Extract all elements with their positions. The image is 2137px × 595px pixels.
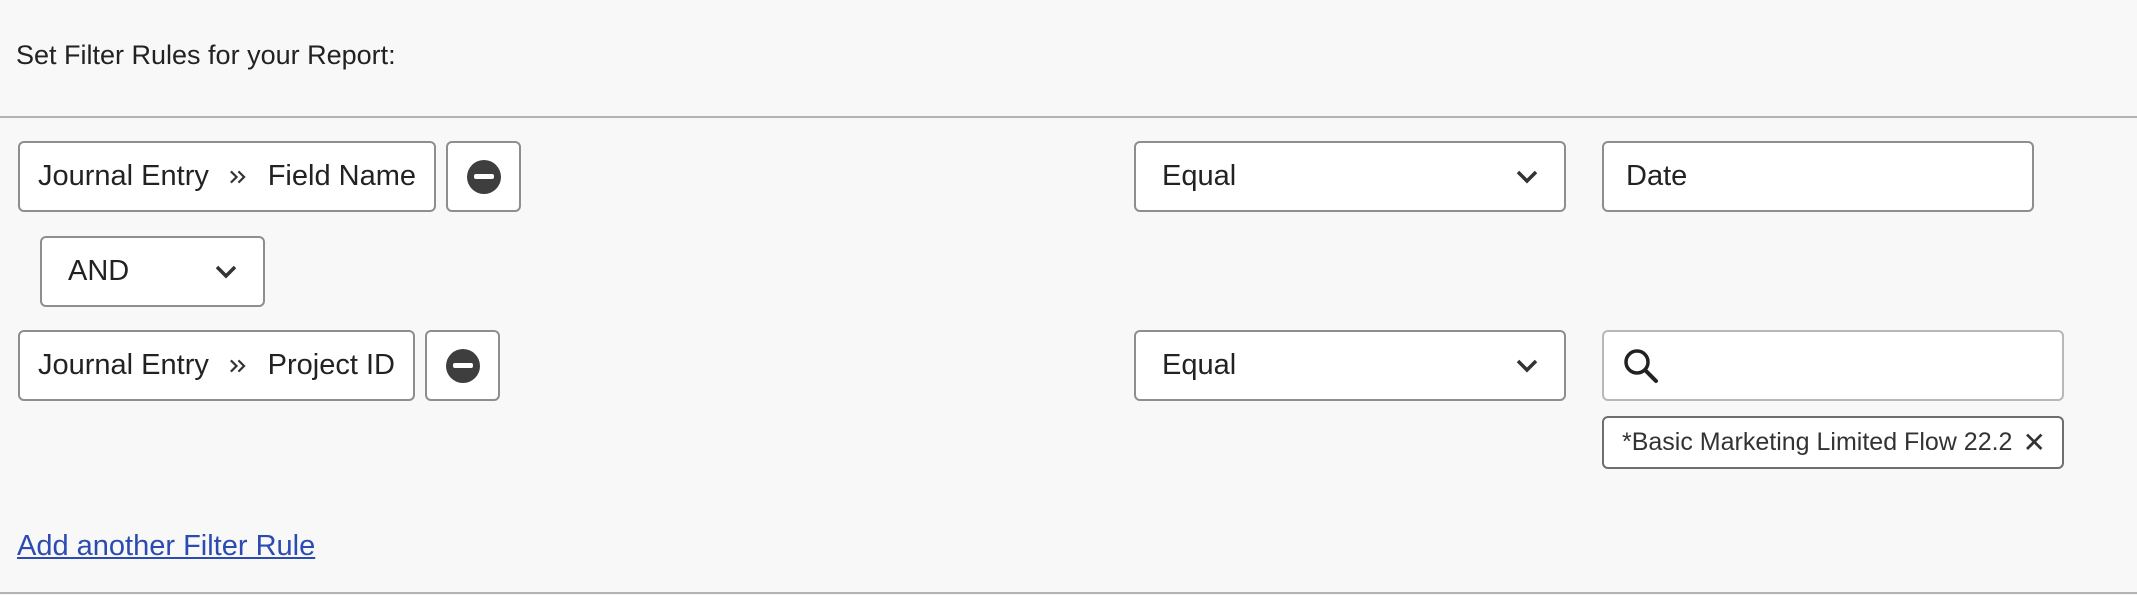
search-icon — [1624, 348, 1658, 383]
rule-1-field-label: Field Name — [267, 160, 416, 192]
rule-2-entity-label: Journal Entry — [38, 349, 209, 381]
page-title: Set Filter Rules for your Report: — [16, 40, 396, 70]
rule-1-value-field[interactable]: Date — [1602, 141, 2034, 212]
chevron-down-icon — [215, 265, 237, 278]
rule-2-search-field[interactable] — [1602, 330, 2064, 401]
connector-select[interactable]: AND — [40, 236, 265, 307]
double-chevron-right-icon — [229, 359, 246, 372]
header-divider — [0, 116, 2137, 118]
selected-tag: *Basic Marketing Limited Flow 22.2 ✕ — [1602, 416, 2064, 469]
rule-1-operator-select[interactable]: Equal — [1134, 141, 1566, 212]
minus-circle-icon — [466, 159, 501, 194]
connector-value: AND — [68, 255, 130, 287]
minus-circle-icon — [445, 348, 480, 383]
rule-1-entity-label: Journal Entry — [38, 160, 209, 192]
rule-2-operator-select[interactable]: Equal — [1134, 330, 1566, 401]
selected-tag-label: *Basic Marketing Limited Flow 22.2 — [1622, 428, 2013, 456]
rule-2-field-label: Project ID — [267, 349, 395, 381]
chevron-down-icon — [1516, 170, 1538, 183]
double-chevron-right-icon — [229, 170, 246, 183]
add-filter-rule-link[interactable]: Add another Filter Rule — [17, 530, 315, 563]
rule-2-search-input[interactable] — [1670, 349, 2044, 382]
rule-2-remove-button[interactable] — [425, 330, 500, 401]
rule-2-field-chip[interactable]: Journal Entry Project ID — [18, 330, 415, 401]
rule-1-field-chip[interactable]: Journal Entry Field Name — [18, 141, 436, 212]
rule-1-remove-button[interactable] — [446, 141, 521, 212]
footer-divider — [0, 592, 2137, 594]
rule-1-value-text: Date — [1626, 160, 1688, 192]
chevron-down-icon — [1516, 359, 1538, 372]
close-icon[interactable]: ✕ — [2023, 428, 2046, 457]
rule-2-operator-value: Equal — [1162, 349, 1237, 381]
rule-1-operator-value: Equal — [1162, 160, 1237, 192]
